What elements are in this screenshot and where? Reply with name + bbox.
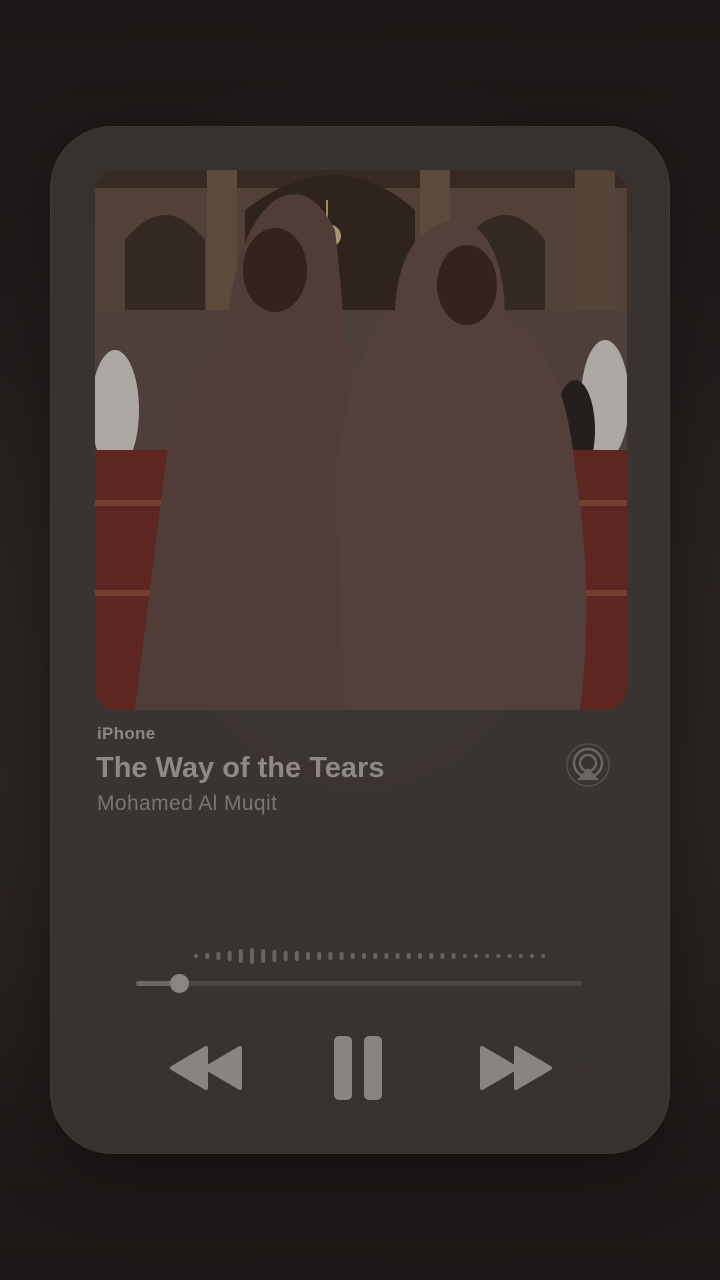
waveform-bar	[485, 954, 490, 958]
waveform-bar	[406, 953, 411, 959]
track-title: The Way of the Tears	[96, 752, 385, 784]
rewind-button[interactable]	[168, 1044, 244, 1092]
waveform-bar	[474, 954, 478, 958]
waveform-bar	[530, 954, 534, 958]
waveform-bar	[518, 954, 523, 958]
waveform-bar	[384, 953, 389, 959]
waveform-bar	[283, 951, 288, 961]
waveform-bar	[238, 949, 243, 963]
waveform-bar	[462, 954, 467, 958]
waveform-bar	[362, 953, 366, 959]
fast-forward-button[interactable]	[478, 1044, 554, 1092]
waveform-bar	[429, 953, 434, 959]
waveform-bar	[507, 954, 512, 958]
waveform-bar	[373, 953, 378, 959]
pause-button[interactable]	[332, 1034, 386, 1102]
waveform-bar	[395, 953, 400, 959]
waveform-bar	[272, 950, 277, 962]
waveform-bar	[418, 953, 422, 959]
waveform-bar	[205, 953, 210, 959]
pause-icon	[334, 1036, 382, 1100]
progress-track	[136, 981, 582, 986]
output-device-label: iPhone	[97, 724, 156, 743]
waveform-bar	[317, 952, 322, 960]
waveform-bar	[451, 953, 456, 959]
backward-icon	[170, 1046, 242, 1090]
waveform-bar	[261, 949, 266, 963]
progress-slider[interactable]	[136, 974, 582, 993]
waveform-bar	[194, 954, 198, 958]
waveform-bar	[306, 952, 310, 960]
audio-waveform	[190, 944, 550, 968]
waveform-bar	[440, 953, 445, 959]
waveform-bar	[541, 954, 546, 958]
waveform-bar	[328, 952, 333, 960]
waveform-bar	[496, 954, 501, 958]
waveform-bar	[216, 952, 221, 960]
airplay-icon[interactable]	[565, 742, 611, 788]
waveform-bar	[339, 952, 344, 960]
track-artist: Mohamed Al Muqit	[97, 792, 278, 815]
waveform-bar	[350, 953, 355, 959]
waveform-bar	[227, 951, 232, 961]
progress-knob[interactable]	[170, 974, 189, 993]
waveform-bar	[250, 948, 254, 964]
album-artwork	[95, 170, 627, 710]
forward-icon	[480, 1046, 552, 1090]
waveform-bar	[294, 951, 299, 961]
